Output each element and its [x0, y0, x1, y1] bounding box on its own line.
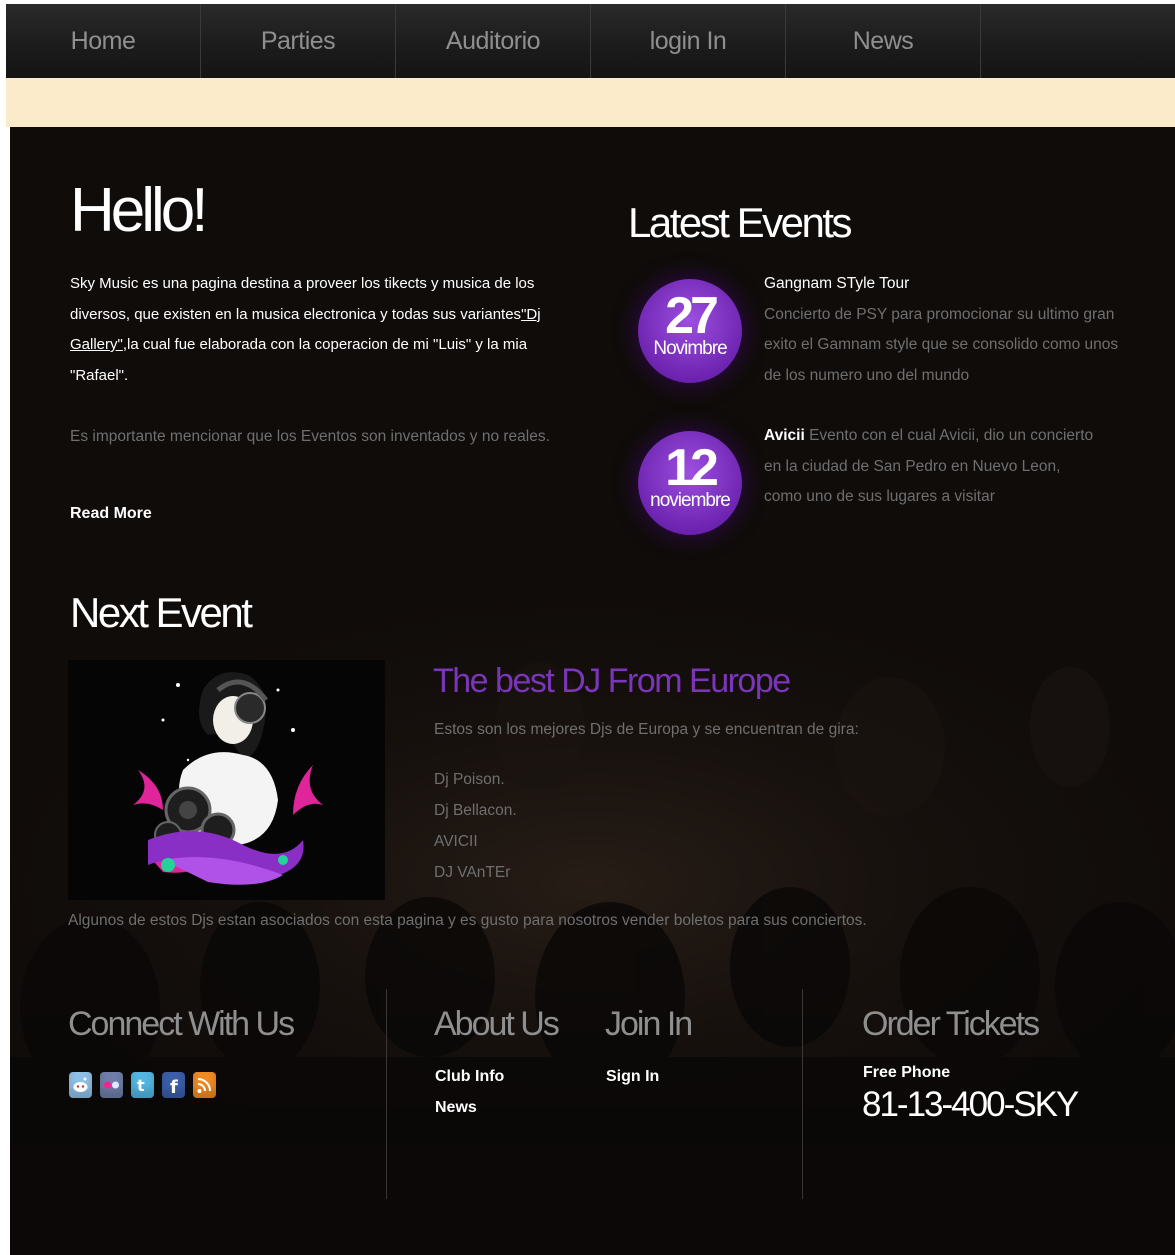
nav-parties[interactable]: Parties: [201, 4, 396, 78]
event-day: 12: [665, 439, 719, 497]
connect-title: Connect With Us: [68, 1005, 295, 1043]
next-event-title: Next Event: [70, 589, 253, 636]
intro-text: Sky Music es una pagina destina a provee…: [70, 269, 580, 391]
svg-text:t: t: [137, 1076, 145, 1095]
dj-item: Dj Bellacon.: [434, 802, 517, 819]
nav-auditorio[interactable]: Auditorio: [396, 4, 591, 78]
twitter-icon[interactable]: t: [131, 1072, 154, 1098]
next-event-headline: The best DJ From Europe: [433, 662, 791, 700]
dj-list: Dj Poison. Dj Bellacon. AVICII DJ VAnTEr: [434, 764, 517, 888]
about-links: Club Info News: [435, 1061, 504, 1123]
join-title: Join In: [605, 1005, 693, 1043]
about-title: About Us: [434, 1005, 560, 1043]
dj-item: AVICII: [434, 833, 478, 850]
intro-text-part2: ,la cual fue elaborada con la coperacion…: [70, 336, 528, 384]
nav-empty-slot: [981, 4, 1165, 78]
event-name[interactable]: Gangnam STyle Tour: [764, 269, 1134, 300]
event-day: 27: [665, 287, 719, 345]
intro-note: Es importante mencionar que los Eventos …: [70, 428, 550, 445]
club-info-link[interactable]: Club Info: [435, 1061, 504, 1092]
nav-news[interactable]: News: [786, 4, 981, 78]
top-navigation: Home Parties Auditorio login In News: [6, 4, 1175, 78]
event-description: Evento con el cual Avicii, dio un concie…: [764, 427, 1094, 505]
event-description: Concierto de PSY para promocionar su ult…: [764, 305, 1119, 384]
event-item: Gangnam STyle Tour Concierto de PSY para…: [764, 269, 1134, 391]
order-title: Order Tickets: [862, 1005, 1040, 1043]
next-event-footer-text: Algunos de estos Djs estan asociados con…: [68, 912, 867, 929]
dj-item: Dj Poison.: [434, 771, 505, 788]
news-link[interactable]: News: [435, 1092, 504, 1123]
intro-title: Hello!: [70, 176, 209, 245]
event-date-badge: 12 noviembre: [638, 431, 742, 535]
cream-band: [6, 78, 1175, 127]
event-date-badge: 27 Novimbre: [638, 279, 742, 383]
phone-label: Free Phone: [863, 1064, 951, 1081]
footer-divider: [802, 989, 803, 1199]
reddit-icon[interactable]: [69, 1072, 92, 1098]
event-item: Avicii Evento con el cual Avicii, dio un…: [764, 421, 1099, 513]
dj-event-image: [68, 660, 385, 900]
rss-icon[interactable]: [193, 1072, 216, 1098]
latest-events-title: Latest Events: [628, 199, 852, 246]
intro-text-part1: Sky Music es una pagina destina a provee…: [70, 275, 535, 323]
sign-in-link[interactable]: Sign In: [606, 1061, 659, 1092]
page: Home Parties Auditorio login In News Hel…: [6, 0, 1175, 1255]
phone-number: 81-13-400-SKY: [862, 1085, 1079, 1124]
social-icons: t f: [69, 1072, 216, 1098]
event-name[interactable]: Avicii: [764, 427, 805, 444]
nav-home[interactable]: Home: [6, 4, 201, 78]
facebook-icon[interactable]: f: [162, 1072, 185, 1098]
event-month: Novimbre: [653, 338, 727, 359]
main-content: Hello! Sky Music es una pagina destina a…: [10, 127, 1175, 1255]
next-event-intro: Estos son los mejores Djs de Europa y se…: [434, 721, 859, 738]
read-more-link[interactable]: Read More: [70, 505, 152, 523]
flickr-icon[interactable]: [100, 1072, 123, 1098]
event-month: noviembre: [650, 490, 731, 511]
svg-text:f: f: [170, 1077, 178, 1098]
footer-divider: [386, 989, 387, 1199]
dj-item: DJ VAnTEr: [434, 864, 511, 881]
nav-login[interactable]: login In: [591, 4, 786, 78]
join-links: Sign In: [606, 1061, 659, 1092]
